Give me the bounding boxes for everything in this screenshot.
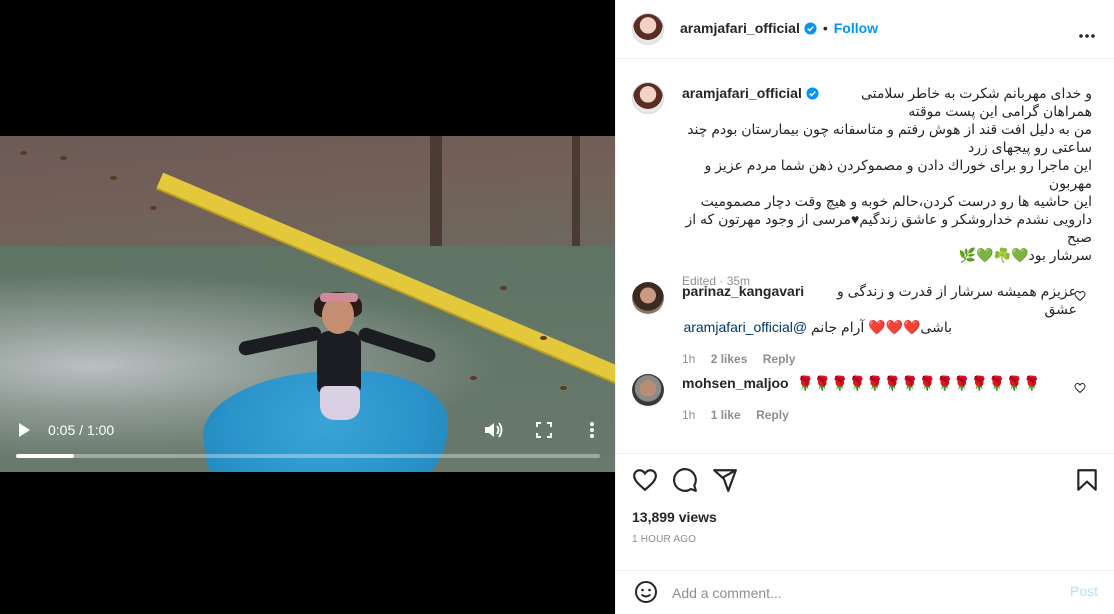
comment-meta: 1h 2 likes Reply: [682, 350, 1077, 368]
leaf: [110, 176, 117, 180]
caption-line: و خدای مهربانم شکرت به خاطر سلامتی: [860, 85, 1092, 101]
caption-line: این حاشیه ها رو درست کردن،حالم خوبه و هی…: [700, 193, 1092, 209]
comment-first-line: parinaz_kangavari عزیزم همیشه سرشار از ق…: [682, 282, 1077, 318]
video-progress-fill: [16, 454, 75, 458]
caption-username[interactable]: aramjafari_official: [682, 84, 802, 102]
caption-first-line: و خدای مهربانم شکرت به خاطر سلامتی aramj…: [682, 84, 1092, 102]
video-player[interactable]: 0:05 / 1:00: [0, 0, 615, 614]
caption-line: دارویی نشدم خداروشکر و عاشق زندگیم♥مرسی …: [685, 211, 1093, 245]
post-comment-button[interactable]: Post: [1070, 583, 1098, 599]
comment-text: باشی❤️❤️❤️ آرام جانم: [811, 319, 952, 335]
comment-row: mohsen_maljoo 🌹🌹🌹🌹🌹🌹🌹🌹🌹🌹🌹🌹🌹🌹 1h 1 like R…: [632, 372, 1100, 432]
verified-icon: [806, 86, 819, 100]
leaf: [540, 336, 547, 340]
heart-icon[interactable]: [1074, 290, 1086, 302]
comment-text: 🌹🌹🌹🌹🌹🌹🌹🌹🌹🌹🌹🌹🌹🌹: [796, 375, 1041, 391]
comment-second-line: باشی❤️❤️❤️ آرام جانم @aramjafari_officia…: [682, 318, 952, 336]
caption-line: همراهان گرامی این پست موقته: [908, 103, 1092, 119]
leaf: [560, 386, 567, 390]
heart-icon[interactable]: [1074, 382, 1086, 394]
comments-list[interactable]: و خدای مهربانم شکرت به خاطر سلامتی aramj…: [616, 60, 1114, 453]
caption-line: این ماجرا رو برای خوراك دادن و مصموکردن …: [704, 157, 1092, 191]
header-user: aramjafari_official • Follow: [680, 20, 878, 36]
header-username[interactable]: aramjafari_official: [680, 20, 800, 36]
verified-icon: [804, 21, 817, 35]
post-header: aramjafari_official • Follow: [616, 0, 1114, 59]
share-icon[interactable]: [712, 467, 738, 493]
play-icon[interactable]: [14, 420, 34, 440]
comment-username[interactable]: parinaz_kangavari: [682, 282, 804, 318]
comment-first-line: mohsen_maljoo 🌹🌹🌹🌹🌹🌹🌹🌹🌹🌹🌹🌹🌹🌹: [682, 374, 1077, 392]
comment-row: parinaz_kangavari عزیزم همیشه سرشار از ق…: [632, 280, 1100, 366]
comment-time: 1h: [682, 352, 696, 366]
video-progress-bar[interactable]: [16, 454, 600, 458]
emoji-icon[interactable]: [634, 580, 658, 604]
comment-meta: 1h 1 like Reply: [682, 406, 1077, 424]
post-timestamp: 1 HOUR AGO: [632, 534, 697, 545]
header-separator: •: [822, 20, 828, 36]
add-comment-bar: Post: [616, 570, 1114, 614]
comment-likes[interactable]: 2 likes: [711, 352, 748, 366]
leaf: [500, 286, 507, 290]
follow-button[interactable]: Follow: [834, 20, 878, 36]
fullscreen-icon[interactable]: [534, 420, 554, 440]
caption-line: سرشار بود💚☘️💚🌿: [958, 247, 1092, 263]
caption-line: ساعتی رو پیجهای زرد: [967, 139, 1092, 155]
comment-body: parinaz_kangavari عزیزم همیشه سرشار از ق…: [682, 282, 1077, 368]
caption-user: aramjafari_official: [682, 84, 819, 102]
comment-mention[interactable]: @aramjafari_official: [683, 319, 807, 335]
volume-icon[interactable]: [484, 420, 504, 440]
leaf: [60, 156, 67, 160]
comment-reply-button[interactable]: Reply: [756, 408, 789, 422]
comment-reply-button[interactable]: Reply: [763, 352, 796, 366]
leaf: [20, 151, 27, 155]
avatar[interactable]: [632, 282, 664, 314]
avatar[interactable]: [632, 13, 664, 45]
comment-time: 1h: [682, 408, 696, 422]
caption-line: من به دلیل افت قند از هوش رفتم و متاسفان…: [687, 121, 1092, 137]
more-horizontal-icon[interactable]: [1078, 26, 1096, 44]
comment-icon[interactable]: [672, 467, 698, 493]
bookmark-icon[interactable]: [1074, 467, 1100, 493]
comment-text: عزیزم همیشه سرشار از قدرت و زندگی و عشق: [837, 283, 1077, 317]
avatar[interactable]: [632, 374, 664, 406]
caption-body: و خدای مهربانم شکرت به خاطر سلامتی aramj…: [682, 84, 1092, 288]
video-time-display: 0:05 / 1:00: [48, 422, 115, 438]
comment-username[interactable]: mohsen_maljoo: [682, 375, 789, 391]
heart-icon[interactable]: [632, 467, 658, 493]
comment-body: mohsen_maljoo 🌹🌹🌹🌹🌹🌹🌹🌹🌹🌹🌹🌹🌹🌹 1h 1 like R…: [682, 374, 1077, 424]
post-actions: 13,899 views 1 HOUR AGO: [616, 453, 1114, 570]
dancer-body: [317, 331, 361, 393]
avatar[interactable]: [632, 82, 664, 114]
post-sidebar: aramjafari_official • Follow و خدای مهرب…: [615, 0, 1114, 614]
leaf: [150, 206, 157, 210]
dancer-headband: [320, 293, 358, 302]
video-controls: 0:05 / 1:00: [0, 408, 615, 472]
comment-likes[interactable]: 1 like: [711, 408, 741, 422]
leaf: [470, 376, 477, 380]
more-vertical-icon[interactable]: [582, 420, 602, 440]
views-count[interactable]: 13,899 views: [632, 509, 717, 525]
comment-input[interactable]: [672, 581, 1042, 605]
